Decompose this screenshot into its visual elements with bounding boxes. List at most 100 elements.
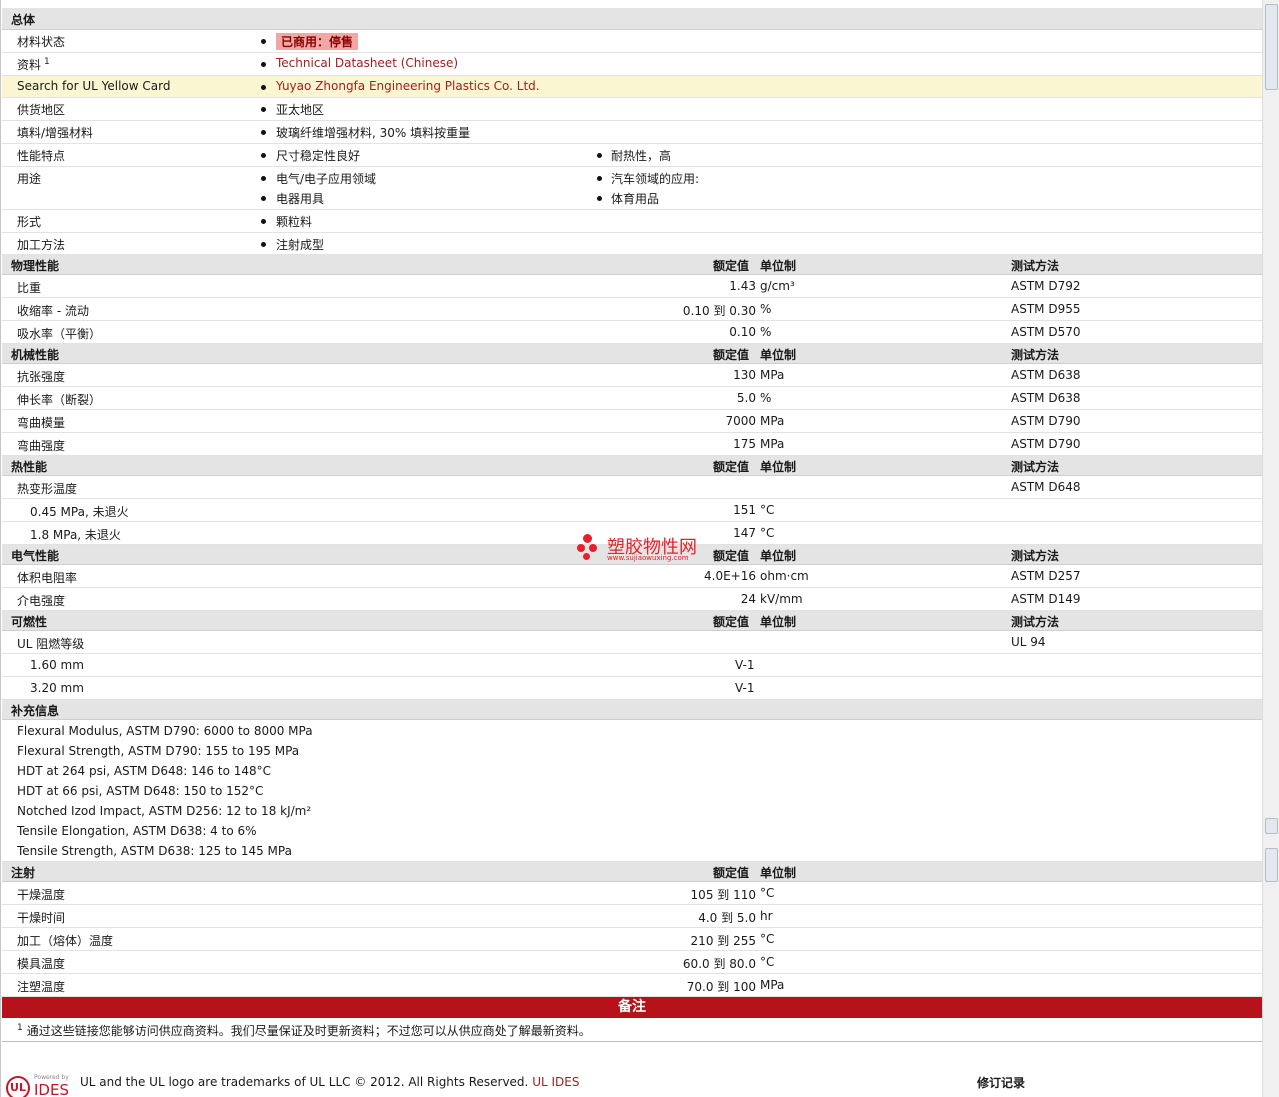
row-method: UL 94 [1011, 635, 1046, 649]
row-yellow-card: Search for UL Yellow Card Yuyao Zhongfa … [2, 76, 1262, 98]
col-unit-header: 单位制 [760, 348, 797, 362]
col-nominal-header: 额定值 [713, 259, 750, 273]
row-value: 0.10 到 0.30 [682, 304, 756, 318]
section-title: 补充信息 [11, 704, 60, 718]
row-label: 干燥时间 [17, 911, 66, 925]
watermark-dot-icon [589, 544, 597, 552]
table-row: 加工（熔体）温度 210 到 255 °C [2, 928, 1262, 951]
row-unit: % [760, 391, 772, 405]
status-badge: 已商用：停售 [276, 33, 359, 50]
row-unit: hr [760, 909, 773, 923]
supplemental-line: Tensile Strength, ASTM D638: 125 to 145 … [17, 844, 292, 858]
section-title: 电气性能 [11, 549, 60, 563]
section-title: 机械性能 [11, 348, 60, 362]
watermark-dot-icon [577, 544, 585, 552]
row-unit: °C [760, 886, 775, 900]
row-method: ASTM D955 [1011, 302, 1081, 316]
section-title: 热性能 [11, 460, 48, 474]
row-label: 介电强度 [17, 594, 66, 608]
row-label: 资料 1 [17, 57, 50, 72]
row-method: ASTM D792 [1011, 279, 1081, 293]
bullet-icon [261, 107, 266, 112]
row-label: 0.45 MPa, 未退火 [30, 505, 129, 519]
row-label: 3.20 mm [30, 681, 84, 695]
row-method: ASTM D570 [1011, 325, 1081, 339]
row-method: ASTM D638 [1011, 391, 1081, 405]
row-label: 比重 [17, 281, 42, 295]
row-unit: MPa [760, 978, 785, 992]
section-title: 可燃性 [11, 615, 48, 629]
bullet-icon [261, 85, 266, 90]
row-unit: °C [760, 932, 775, 946]
row-label: 性能特点 [17, 149, 66, 163]
notes-text: 1 通过这些链接您能够访问供应商资料。我们尽量保证及时更新资料；不过您可以从供应商… [17, 1023, 591, 1038]
row-label: 用途 [17, 172, 42, 186]
scrollbar-thumb[interactable] [1265, 848, 1278, 882]
row-filler: 填料/增强材料 玻璃纤维增强材料, 30% 填料按重量 [2, 121, 1262, 144]
bullet-icon [597, 176, 602, 181]
row-method: ASTM D257 [1011, 569, 1081, 583]
section-thermal: 热性能 额定值 单位制 测试方法 [2, 456, 1262, 476]
section-title: 注射 [11, 866, 36, 880]
row-label: 加工方法 [17, 238, 66, 252]
row-literature: 资料 1 Technical Datasheet (Chinese) [2, 53, 1262, 76]
table-row: 弯曲强度 175 MPa ASTM D790 [2, 433, 1262, 456]
row-label: 吸水率（平衡） [17, 327, 102, 341]
table-row: 介电强度 24 kV/mm ASTM D149 [2, 588, 1262, 611]
row-label: 干燥温度 [17, 888, 66, 902]
col-nominal-header: 额定值 [713, 348, 750, 362]
col-unit-header: 单位制 [760, 615, 797, 629]
row-method: ASTM D790 [1011, 414, 1081, 428]
bullet-icon [597, 196, 602, 201]
row-unit: % [760, 325, 772, 339]
row-unit: MPa [760, 368, 785, 382]
yellow-card-search-link[interactable]: Search for UL Yellow Card [17, 79, 170, 93]
row-unit: °C [760, 526, 775, 540]
scrollbar-thumb[interactable] [1265, 818, 1278, 834]
row-label: 模具温度 [17, 957, 66, 971]
bullet-icon [261, 219, 266, 224]
section-title: 物理性能 [11, 259, 60, 273]
row-label: 伸长率（断裂） [17, 393, 102, 407]
row-label: 弯曲模量 [17, 416, 66, 430]
supplemental-info: Flexural Modulus, ASTM D790: 6000 to 800… [2, 720, 1262, 862]
table-row: 干燥时间 4.0 到 5.0 hr [2, 905, 1262, 928]
row-value: 电气/电子应用领域 [276, 172, 377, 186]
row-unit: kV/mm [760, 592, 803, 606]
table-row: 体积电阻率 4.0E+16 ohm·cm ASTM D257 [2, 565, 1262, 588]
bullet-icon [261, 176, 266, 181]
row-unit: % [760, 302, 772, 316]
row-label: 材料状态 [17, 35, 66, 49]
section-flammability: 可燃性 额定值 单位制 测试方法 [2, 611, 1262, 631]
row-value: 70.0 到 100 [686, 980, 756, 994]
vertical-scrollbar[interactable] [1262, 0, 1279, 1097]
row-value: 210 到 255 [690, 934, 756, 948]
col-unit-header: 单位制 [760, 549, 797, 563]
col-nominal-header: 额定值 [713, 549, 750, 563]
row-label: 收缩率 - 流动 [17, 304, 89, 318]
bullet-icon [261, 39, 266, 44]
table-row: 抗张强度 130 MPa ASTM D638 [2, 364, 1262, 387]
row-label: 形式 [17, 215, 42, 229]
table-row: 3.20 mm V-1 [2, 677, 1262, 700]
watermark-logo: 塑胶物性网 www.sujiaowuxing.com [577, 531, 707, 565]
row-unit: g/cm³ [760, 279, 795, 293]
row-method: ASTM D638 [1011, 368, 1081, 382]
col-method-header: 测试方法 [1011, 348, 1060, 362]
supplemental-line: Flexural Modulus, ASTM D790: 6000 to 800… [17, 724, 313, 738]
row-value: V-1 [735, 681, 755, 695]
table-row: 干燥温度 105 到 110 °C [2, 882, 1262, 905]
supplemental-line: HDT at 264 psi, ASTM D648: 146 to 148°C [17, 764, 272, 778]
row-unit: MPa [760, 414, 785, 428]
row-availability: 供货地区 亚太地区 [2, 98, 1262, 121]
col-method-header: 测试方法 [1011, 615, 1060, 629]
row-label: 抗张强度 [17, 370, 66, 384]
technical-datasheet-link[interactable]: Technical Datasheet (Chinese) [276, 56, 458, 70]
ul-ides-link[interactable]: UL IDES [532, 1075, 579, 1089]
supplier-link[interactable]: Yuyao Zhongfa Engineering Plastics Co. L… [276, 79, 540, 93]
scrollbar-thumb[interactable] [1265, 4, 1278, 90]
col-method-header: 测试方法 [1011, 259, 1060, 273]
row-unit: °C [760, 955, 775, 969]
row-value: 体育用品 [611, 192, 660, 206]
row-value: 颗粒料 [276, 215, 313, 229]
